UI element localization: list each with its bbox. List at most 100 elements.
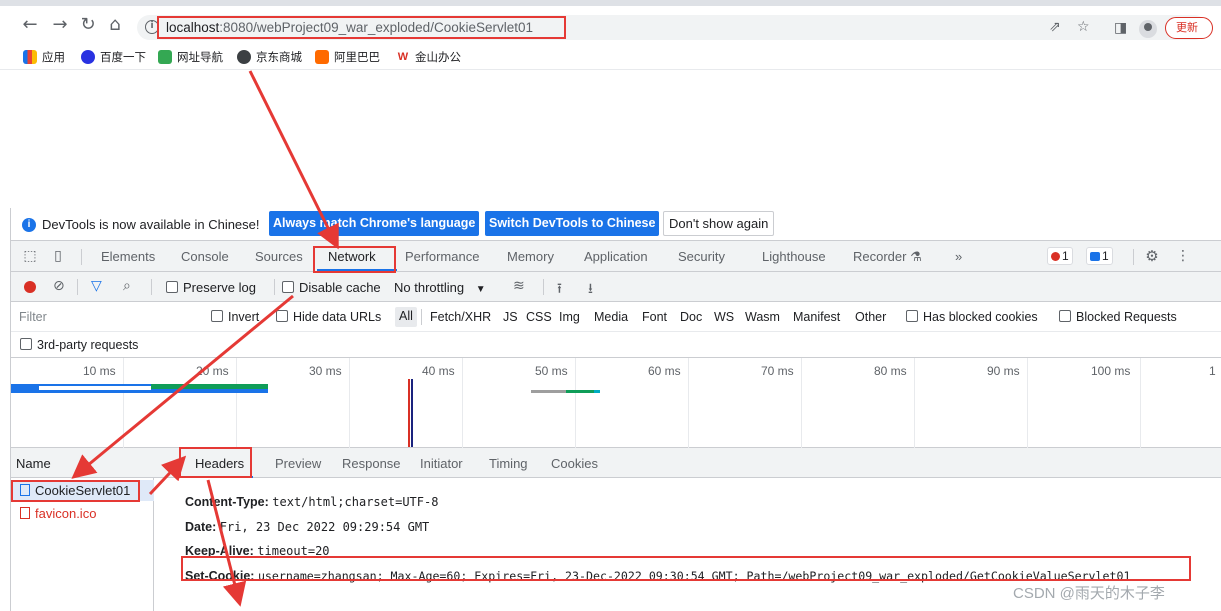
tab-preview[interactable]: Preview: [275, 456, 321, 471]
disable-cache-checkbox[interactable]: Disable cache: [282, 280, 381, 295]
bookmark-label: 百度一下: [100, 52, 146, 64]
third-party-requests-checkbox[interactable]: 3rd-party requests: [20, 338, 138, 352]
bookmark-star-icon[interactable]: ☆: [1077, 19, 1090, 35]
gridline: [236, 358, 237, 448]
bookmark-apps[interactable]: 应用: [23, 49, 65, 65]
tab-application[interactable]: Application: [584, 249, 648, 264]
bookmarks-bar: 应用 百度一下 网址导航 京东商城 阿里巴巴 W 金山办公: [0, 42, 1221, 70]
more-tabs-button[interactable]: »: [955, 249, 962, 264]
tab-timing[interactable]: Timing: [489, 456, 528, 471]
info-icon: i: [22, 218, 36, 232]
match-language-button[interactable]: Always match Chrome's language: [269, 211, 480, 236]
request-row-favicon[interactable]: favicon.ico: [11, 503, 154, 524]
timeline-tick: 50 ms: [535, 364, 568, 378]
tab-performance[interactable]: Performance: [405, 249, 479, 264]
clear-icon[interactable]: ⊘: [53, 278, 65, 294]
filter-type-ws[interactable]: WS: [714, 310, 734, 324]
blocked-requests-checkbox[interactable]: Blocked Requests: [1059, 310, 1177, 324]
active-tab-indicator: [317, 269, 397, 271]
side-panel-icon[interactable]: ◨: [1114, 20, 1127, 36]
bookmark-navigation[interactable]: 网址导航: [158, 49, 223, 65]
network-overview-timeline[interactable]: 10 ms 20 ms 30 ms 40 ms 50 ms 60 ms 70 m…: [11, 358, 1221, 448]
has-blocked-cookies-checkbox[interactable]: Has blocked cookies: [906, 310, 1038, 324]
tab-headers[interactable]: Headers: [195, 456, 244, 471]
filter-type-all[interactable]: All: [395, 307, 417, 327]
request-row-cookieservlet01[interactable]: CookieServlet01: [11, 480, 154, 501]
close-detail-icon[interactable]: ×: [175, 454, 183, 470]
tab-elements[interactable]: Elements: [101, 249, 155, 264]
inspect-element-icon[interactable]: ⬚: [21, 247, 39, 265]
filter-type-fetch-xhr[interactable]: Fetch/XHR: [430, 310, 491, 324]
device-toolbar-icon[interactable]: ▯: [49, 247, 67, 265]
checkbox-box: [1059, 310, 1071, 322]
filter-type-js[interactable]: JS: [503, 310, 518, 324]
bookmark-jd[interactable]: 京东商城: [237, 49, 302, 65]
back-arrow-icon[interactable]: ←: [18, 12, 42, 36]
error-count: 1: [1062, 249, 1069, 263]
gridline: [914, 358, 915, 448]
tab-response[interactable]: Response: [342, 456, 401, 471]
site-info-icon[interactable]: i: [145, 20, 159, 34]
divider: [421, 309, 422, 325]
bookmark-label: 网址导航: [177, 52, 223, 64]
bookmark-wps[interactable]: W 金山办公: [396, 49, 461, 65]
bookmark-label: 京东商城: [256, 52, 302, 64]
globe-icon: [237, 50, 251, 64]
filter-bar: Filter Invert Hide data URLs All Fetch/X…: [11, 302, 1221, 332]
filter-type-img[interactable]: Img: [559, 310, 580, 324]
home-icon[interactable]: ⌂: [103, 12, 127, 36]
divider: [274, 279, 275, 295]
tab-sources[interactable]: Sources: [255, 249, 303, 264]
throttling-select[interactable]: No throttling ▼: [394, 280, 486, 295]
tab-cookies[interactable]: Cookies: [551, 456, 598, 471]
hide-data-urls-checkbox[interactable]: Hide data URLs: [276, 310, 381, 324]
tab-memory[interactable]: Memory: [507, 249, 554, 264]
tab-security[interactable]: Security: [678, 249, 725, 264]
devtools-panel: i DevTools is now available in Chinese! …: [10, 208, 1221, 611]
tab-console[interactable]: Console: [181, 249, 229, 264]
share-icon[interactable]: ⇗: [1049, 19, 1061, 35]
export-har-download-icon[interactable]: ⭳: [588, 278, 593, 302]
filter-type-font[interactable]: Font: [642, 310, 667, 324]
filter-type-doc[interactable]: Doc: [680, 310, 702, 324]
message-count-badge[interactable]: 1: [1086, 247, 1113, 265]
forward-arrow-icon[interactable]: →: [48, 12, 72, 36]
bookmark-baidu[interactable]: 百度一下: [81, 49, 146, 65]
alibaba-icon: [315, 50, 329, 64]
tab-lighthouse[interactable]: Lighthouse: [762, 249, 826, 264]
profile-avatar[interactable]: [1139, 20, 1157, 38]
import-har-upload-icon[interactable]: ⭱: [557, 278, 562, 302]
settings-gear-icon[interactable]: ⚙: [1143, 247, 1161, 265]
switch-to-chinese-button[interactable]: Switch DevTools to Chinese: [485, 211, 660, 236]
search-icon[interactable]: ⌕: [123, 278, 131, 294]
tab-network[interactable]: Network: [328, 249, 376, 264]
checkbox-label: Preserve log: [183, 280, 256, 295]
infobar-message: DevTools is now available in Chinese!: [42, 217, 260, 232]
update-button[interactable]: 更新: [1165, 17, 1213, 39]
filter-type-other[interactable]: Other: [855, 310, 886, 324]
apps-grid-icon: [23, 50, 37, 64]
address-bar[interactable]: i localhost:8080/webProject09_war_explod…: [137, 15, 1207, 40]
tab-initiator[interactable]: Initiator: [420, 456, 463, 471]
name-column-header[interactable]: Name: [11, 448, 154, 478]
network-conditions-wifi-icon[interactable]: ≋: [513, 278, 525, 294]
error-count-badge[interactable]: 1: [1047, 247, 1073, 265]
tab-recorder[interactable]: Recorder ⚗: [853, 249, 922, 265]
dont-show-again-button[interactable]: Don't show again: [663, 211, 775, 236]
filter-input[interactable]: Filter: [13, 306, 198, 328]
filter-type-manifest[interactable]: Manifest: [793, 310, 840, 324]
url-text[interactable]: localhost:8080/webProject09_war_exploded…: [166, 20, 533, 35]
invert-checkbox[interactable]: Invert: [211, 310, 259, 324]
record-icon[interactable]: [24, 281, 36, 293]
preserve-log-checkbox[interactable]: Preserve log: [166, 280, 256, 295]
bookmark-alibaba[interactable]: 阿里巴巴: [315, 49, 380, 65]
filter-type-css[interactable]: CSS: [526, 310, 552, 324]
filter-type-wasm[interactable]: Wasm: [745, 310, 780, 324]
more-options-kebab-icon[interactable]: ⋮: [1174, 247, 1192, 265]
reload-icon[interactable]: ↻: [76, 12, 100, 36]
header-key: Keep-Alive:: [185, 544, 254, 558]
header-content-type: Content-Type: text/html;charset=UTF-8: [185, 495, 438, 509]
filter-funnel-icon[interactable]: ▽: [91, 278, 102, 294]
filter-type-media[interactable]: Media: [594, 310, 628, 324]
domcontentloaded-marker: [411, 379, 413, 447]
